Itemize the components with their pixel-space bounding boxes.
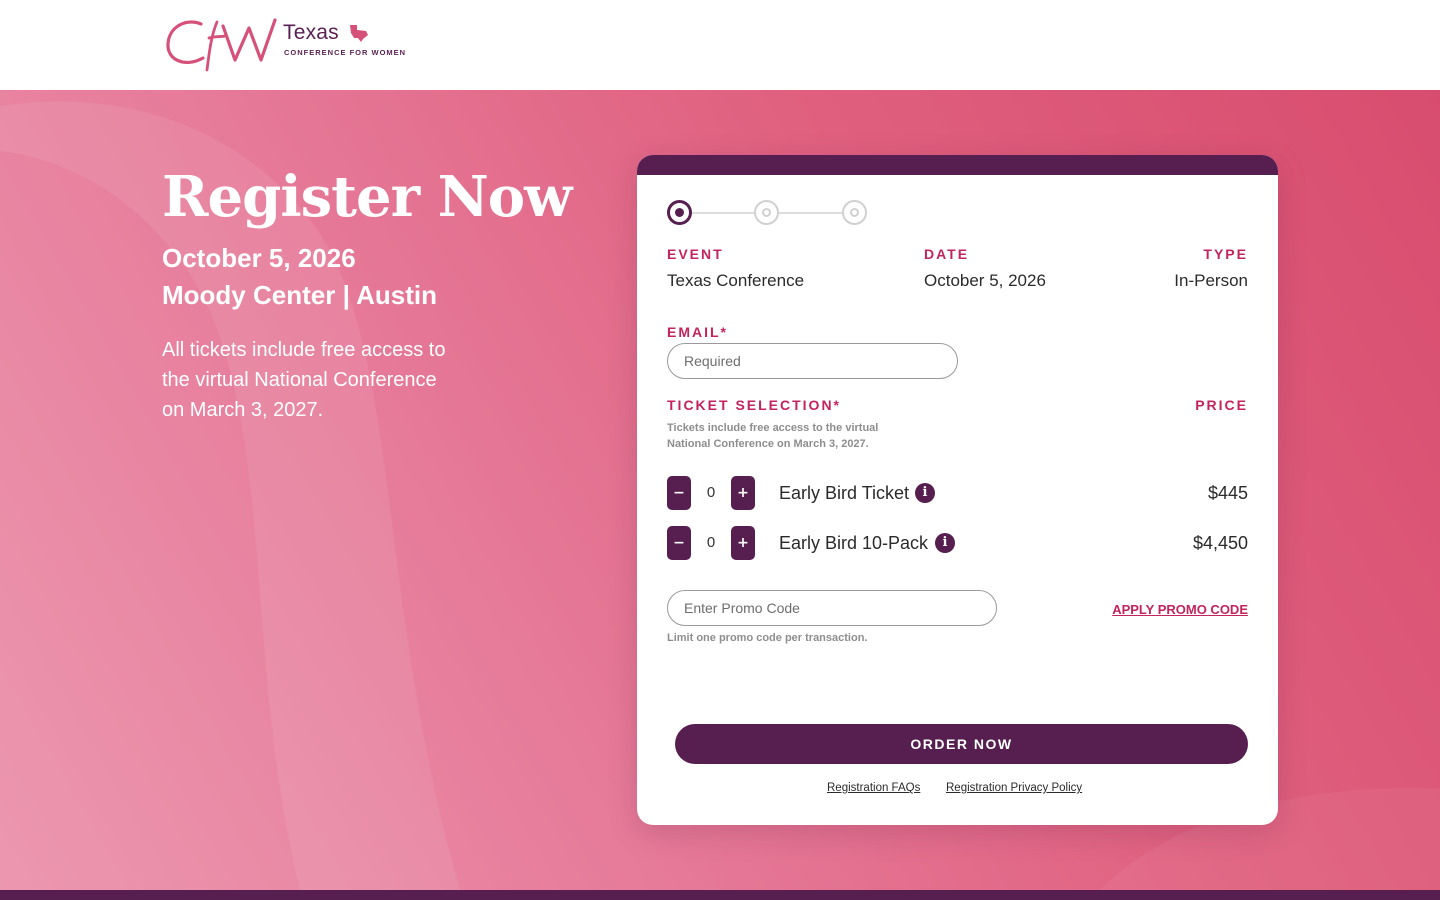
ticket-selection-label: TICKET SELECTION*	[667, 397, 842, 413]
privacy-policy-link[interactable]: Registration Privacy Policy	[946, 782, 1082, 794]
type-label: TYPE	[1203, 246, 1248, 262]
step-1-indicator	[667, 200, 692, 225]
card-top-bar	[637, 155, 1278, 175]
info-icon[interactable]: i	[915, 483, 935, 503]
type-value: In-Person	[1174, 271, 1248, 290]
email-field[interactable]	[667, 343, 958, 379]
quantity-value: 0	[706, 534, 716, 551]
progress-steps	[667, 200, 867, 226]
page-title: Register Now	[162, 164, 572, 230]
ticket-name: Early Bird 10-Pack	[779, 533, 929, 553]
virtual-access-note: All tickets include free access to the v…	[162, 339, 446, 421]
registration-card: EVENT Texas Conference DATE October 5, 2…	[637, 155, 1278, 825]
cfw-texas-logo[interactable]: Texas CONFERENCE FOR WOMEN	[165, 14, 425, 74]
info-icon[interactable]: i	[935, 533, 955, 553]
ticket-row: − 0 + Early Bird 10-Pack i $4,450	[667, 526, 1248, 560]
price-label: PRICE	[1195, 397, 1248, 413]
event-label: EVENT	[667, 246, 724, 262]
quantity-value: 0	[706, 484, 716, 501]
increment-button[interactable]: +	[731, 526, 755, 560]
ticket-price: $4,450	[1192, 533, 1248, 553]
step-3-indicator	[842, 200, 867, 225]
step-connector	[692, 212, 754, 214]
apply-promo-code-link[interactable]: APPLY PROMO CODE	[1112, 602, 1248, 617]
email-label: EMAIL*	[667, 324, 728, 340]
step-connector	[779, 212, 842, 214]
step-2-indicator	[754, 200, 779, 225]
ticket-hint: Tickets include free access to the virtu…	[667, 422, 879, 450]
registration-faqs-link[interactable]: Registration FAQs	[827, 782, 920, 794]
ticket-row: − 0 + Early Bird Ticket i $445	[667, 476, 1248, 510]
event-date: October 5, 2026	[162, 243, 356, 273]
decrement-button[interactable]: −	[667, 526, 691, 560]
footer-bar	[0, 890, 1440, 900]
increment-button[interactable]: +	[731, 476, 755, 510]
logo-subtitle: CONFERENCE FOR WOMEN	[284, 48, 407, 57]
site-header: Texas CONFERENCE FOR WOMEN	[0, 0, 1440, 90]
order-now-button[interactable]: ORDER NOW	[675, 724, 1248, 764]
date-value: October 5, 2026	[924, 271, 1046, 290]
logo-texas-text: Texas	[283, 21, 339, 44]
texas-star-icon	[350, 25, 368, 42]
cfw-monogram-logo	[166, 18, 277, 72]
event-value: Texas Conference	[667, 271, 805, 290]
ticket-price: $445	[1207, 483, 1248, 503]
promo-code-field[interactable]	[667, 590, 997, 626]
promo-hint: Limit one promo code per transaction.	[667, 632, 868, 644]
decrement-button[interactable]: −	[667, 476, 691, 510]
event-venue: Moody Center | Austin	[162, 280, 437, 310]
ticket-name: Early Bird Ticket	[779, 483, 910, 503]
date-label: DATE	[924, 246, 970, 262]
